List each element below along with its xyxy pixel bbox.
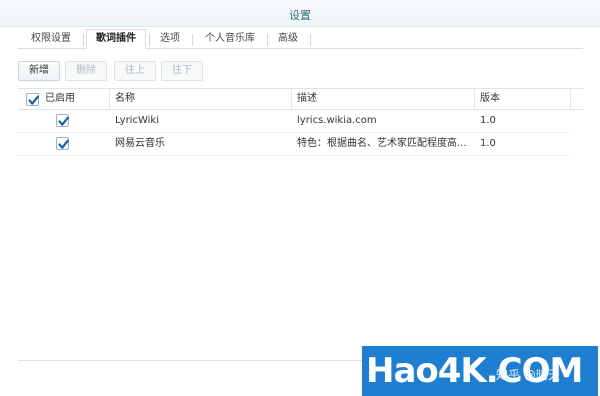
tab-personal-library[interactable]: 个人音乐库 xyxy=(196,30,264,48)
plugin-name: LyricWiki xyxy=(115,115,159,126)
check-icon xyxy=(28,95,39,105)
plugin-version: 1.0 xyxy=(480,138,496,149)
enabled-checkbox[interactable] xyxy=(56,137,69,150)
plugin-version: 1.0 xyxy=(480,115,496,126)
add-button[interactable]: 新增 xyxy=(18,61,60,81)
enabled-checkbox[interactable] xyxy=(56,114,69,127)
tab-divider xyxy=(192,34,193,46)
tab-divider xyxy=(267,34,268,46)
select-all-checkbox[interactable] xyxy=(26,93,39,106)
window-titlebar: 设置 xyxy=(0,0,600,27)
column-description[interactable]: 描述 xyxy=(292,89,474,109)
watermark-logo: Hao4K.COM 知乎 @晴天 xyxy=(362,346,598,396)
delete-button[interactable]: 删除 xyxy=(65,61,107,81)
plugin-description: lyrics.wikia.com xyxy=(297,115,377,126)
move-down-button[interactable]: 往下 xyxy=(161,61,203,81)
plugins-table: 已启用 名称 描述 版本 LyricWiki lyrics.wikia.com … xyxy=(18,88,583,359)
tab-divider xyxy=(149,34,150,46)
plugin-name: 网易云音乐 xyxy=(115,138,165,149)
table-row[interactable]: 网易云音乐 特色：根据曲名、艺术家匹配程度高... 1.0 xyxy=(18,133,570,156)
tab-divider xyxy=(310,34,311,46)
watermark-overlay-text: 知乎 @晴天 xyxy=(496,368,560,382)
tab-advanced[interactable]: 高级 xyxy=(270,30,306,48)
tab-bar: 权限设置 歌词插件 选项 个人音乐库 高级 xyxy=(18,26,583,49)
tab-divider xyxy=(83,34,84,46)
column-name[interactable]: 名称 xyxy=(110,89,291,109)
table-header: 已启用 名称 描述 版本 xyxy=(18,89,583,110)
table-row[interactable]: LyricWiki lyrics.wikia.com 1.0 xyxy=(18,110,570,133)
move-up-button[interactable]: 往上 xyxy=(114,61,156,81)
tab-permissions[interactable]: 权限设置 xyxy=(22,30,80,48)
column-version[interactable]: 版本 xyxy=(475,89,570,109)
check-icon xyxy=(58,139,69,149)
plugin-description: 特色：根据曲名、艺术家匹配程度高... xyxy=(297,138,467,149)
column-divider xyxy=(570,89,571,109)
window-title: 设置 xyxy=(289,9,311,22)
check-icon xyxy=(58,116,69,126)
column-enabled[interactable]: 已启用 xyxy=(40,89,110,109)
tab-options[interactable]: 选项 xyxy=(152,30,188,48)
tab-lyrics-plugins[interactable]: 歌词插件 xyxy=(86,29,146,49)
